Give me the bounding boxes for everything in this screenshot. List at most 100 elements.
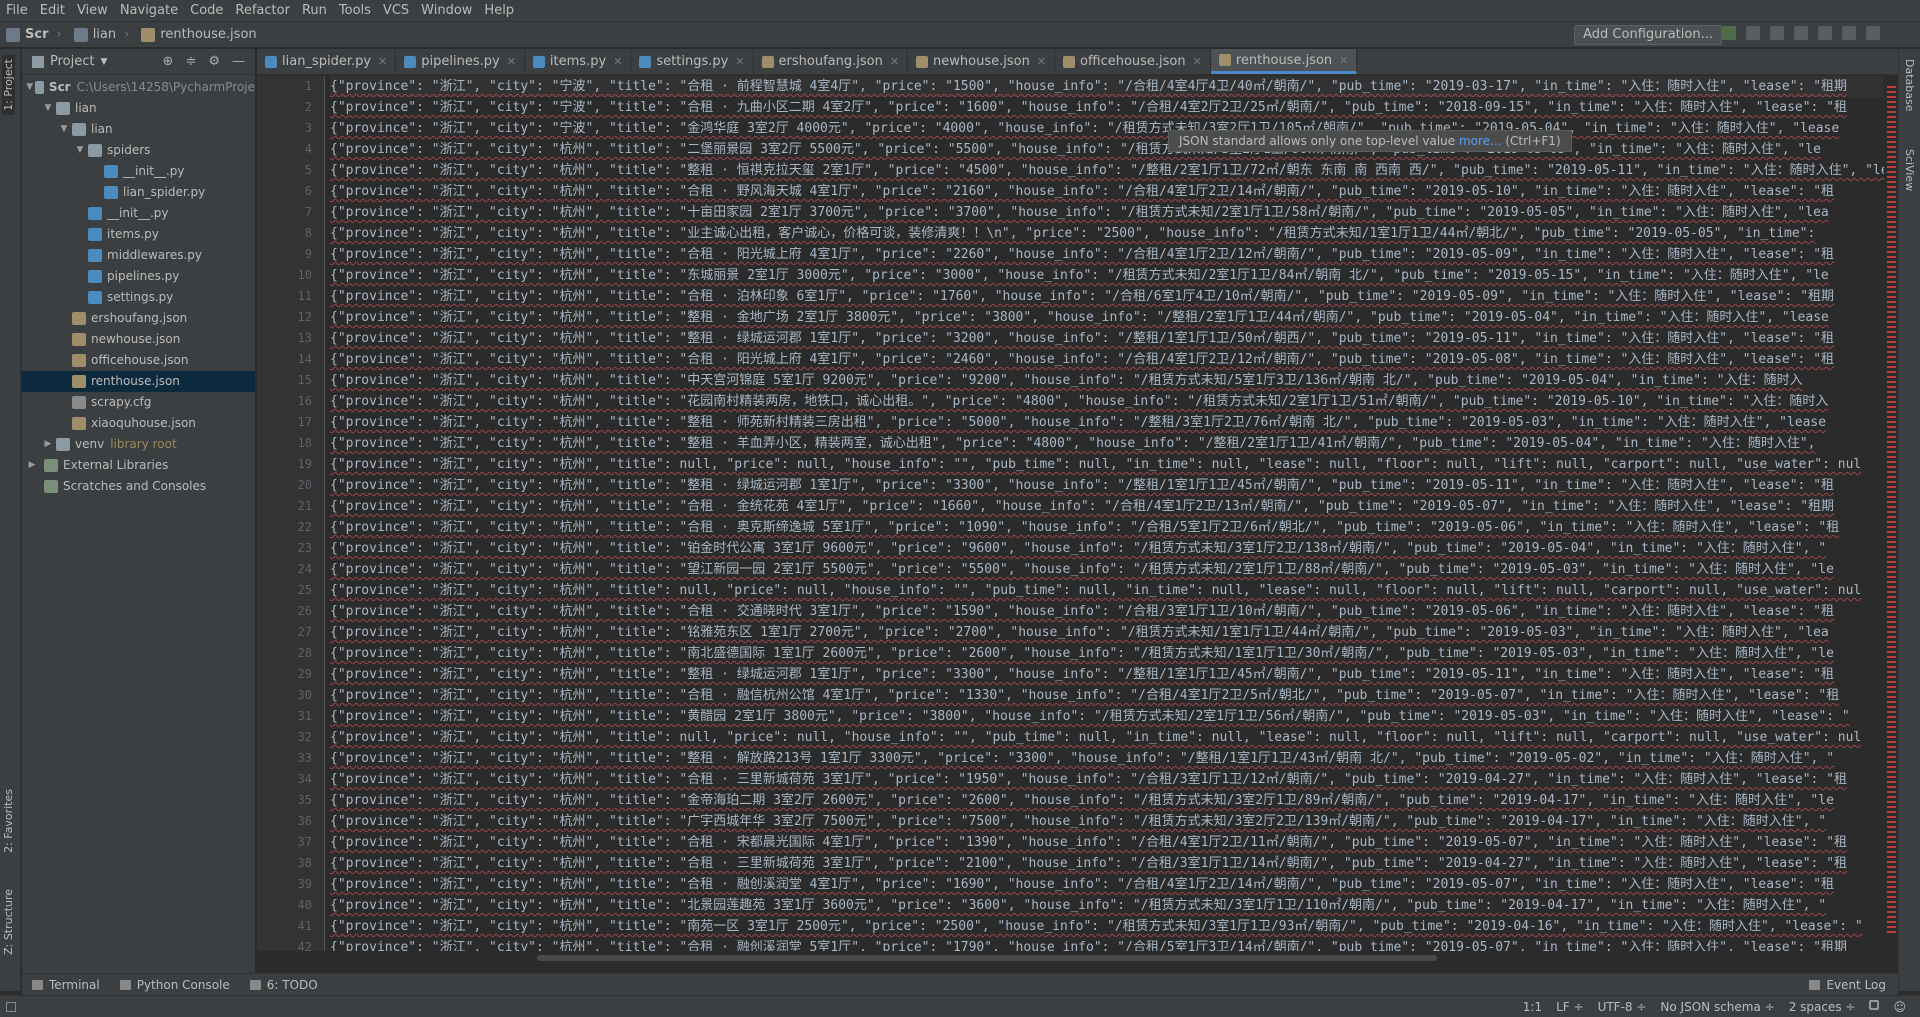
tree-item[interactable]: ▶ External Libraries — [22, 455, 255, 476]
error-mark[interactable] — [1887, 566, 1896, 568]
code-editor[interactable]: 1 2 3 4 5 6 7 8 9 10 11 12 13 14 15 16 17 18 19 20 21 22 23 24 2… — [257, 76, 1898, 951]
error-mark[interactable] — [1887, 876, 1896, 878]
error-mark[interactable] — [1887, 321, 1896, 323]
error-mark[interactable] — [1887, 451, 1896, 453]
error-mark[interactable] — [1887, 576, 1896, 578]
error-mark[interactable] — [1887, 131, 1896, 133]
error-mark[interactable] — [1887, 766, 1896, 768]
error-mark[interactable] — [1887, 846, 1896, 848]
close-icon[interactable]: ✕ — [378, 55, 387, 68]
error-mark[interactable] — [1887, 581, 1896, 583]
tree-item[interactable]: ershoufang.json — [22, 308, 255, 329]
error-mark[interactable] — [1887, 156, 1896, 158]
error-mark[interactable] — [1887, 181, 1896, 183]
editor-tab[interactable]: newhouse.json ✕ — [908, 49, 1056, 74]
error-mark[interactable] — [1887, 96, 1896, 98]
expand-arrow-icon[interactable]: ▼ — [74, 140, 86, 161]
error-mark[interactable] — [1887, 671, 1896, 673]
error-mark[interactable] — [1887, 781, 1896, 783]
error-mark[interactable] — [1887, 366, 1896, 368]
error-mark[interactable] — [1887, 271, 1896, 273]
error-mark[interactable] — [1887, 626, 1896, 628]
error-mark[interactable] — [1887, 656, 1896, 658]
tree-item[interactable]: settings.py — [22, 287, 255, 308]
tree-item[interactable]: __init__.py — [22, 161, 255, 182]
error-mark[interactable] — [1887, 456, 1896, 458]
error-mark[interactable] — [1887, 546, 1896, 548]
error-mark[interactable] — [1887, 786, 1896, 788]
error-mark[interactable] — [1887, 236, 1896, 238]
error-mark[interactable] — [1887, 481, 1896, 483]
tree-item[interactable]: officehouse.json — [22, 350, 255, 371]
error-mark[interactable] — [1887, 726, 1896, 728]
error-mark[interactable] — [1887, 731, 1896, 733]
expand-arrow-icon[interactable]: ▼ — [58, 119, 70, 140]
menu-run[interactable]: Run — [296, 0, 333, 22]
error-mark[interactable] — [1887, 661, 1896, 663]
favorites-tool-tab[interactable]: 2: Favorites — [2, 789, 15, 853]
error-mark[interactable] — [1887, 311, 1896, 313]
tree-item[interactable]: renthouse.json — [22, 371, 255, 392]
scrollbar-thumb[interactable] — [537, 955, 1437, 961]
horizontal-scrollbar[interactable] — [257, 951, 1898, 965]
error-mark[interactable] — [1887, 226, 1896, 228]
coverage-icon[interactable] — [1770, 26, 1784, 40]
editor-tab[interactable]: lian_spider.py ✕ — [257, 49, 397, 74]
error-mark[interactable] — [1887, 621, 1896, 623]
error-mark[interactable] — [1887, 326, 1896, 328]
editor-tab[interactable]: officehouse.json ✕ — [1055, 49, 1211, 74]
error-mark[interactable] — [1887, 286, 1896, 288]
menu-tools[interactable]: Tools — [333, 0, 377, 22]
error-mark[interactable] — [1887, 596, 1896, 598]
error-mark[interactable] — [1887, 101, 1896, 103]
locate-icon[interactable]: ⊕ — [163, 54, 174, 69]
close-icon[interactable]: ✕ — [613, 55, 622, 68]
error-mark[interactable] — [1887, 466, 1896, 468]
error-mark[interactable] — [1887, 306, 1896, 308]
error-mark[interactable] — [1887, 536, 1896, 538]
error-mark[interactable] — [1887, 341, 1896, 343]
error-mark[interactable] — [1887, 521, 1896, 523]
error-mark[interactable] — [1887, 841, 1896, 843]
close-icon[interactable]: ✕ — [507, 55, 516, 68]
tree-item[interactable]: ▼ lian — [22, 98, 255, 119]
error-mark[interactable] — [1887, 681, 1896, 683]
structure-tool-tab[interactable]: Z: Structure — [2, 889, 15, 955]
error-mark[interactable] — [1887, 701, 1896, 703]
error-mark[interactable] — [1887, 141, 1896, 143]
error-mark[interactable] — [1887, 116, 1896, 118]
error-mark[interactable] — [1887, 801, 1896, 803]
error-mark[interactable] — [1887, 806, 1896, 808]
tool-windows-toggle-icon[interactable] — [6, 1001, 16, 1012]
error-mark[interactable] — [1887, 261, 1896, 263]
error-mark[interactable] — [1887, 881, 1896, 883]
error-mark[interactable] — [1887, 256, 1896, 258]
menu-navigate[interactable]: Navigate — [114, 0, 184, 22]
error-mark[interactable] — [1887, 346, 1896, 348]
error-mark[interactable] — [1887, 91, 1896, 93]
event-log-button[interactable]: Event Log — [1799, 978, 1898, 992]
error-mark[interactable] — [1887, 331, 1896, 333]
error-mark[interactable] — [1887, 191, 1896, 193]
error-mark[interactable] — [1887, 916, 1896, 918]
error-mark[interactable] — [1887, 931, 1896, 933]
error-mark[interactable] — [1887, 571, 1896, 573]
error-mark[interactable] — [1887, 431, 1896, 433]
expand-arrow-icon[interactable]: ▶ — [26, 455, 38, 476]
error-mark[interactable] — [1887, 736, 1896, 738]
error-mark[interactable] — [1887, 186, 1896, 188]
error-mark[interactable] — [1887, 111, 1896, 113]
project-tool-tab[interactable]: 1: Project — [2, 55, 15, 115]
error-mark[interactable] — [1887, 606, 1896, 608]
search-everywhere-icon[interactable] — [1866, 26, 1880, 40]
todo-button[interactable]: 6: TODO — [240, 978, 328, 992]
error-mark[interactable] — [1887, 826, 1896, 828]
profile-icon[interactable] — [1794, 26, 1808, 40]
error-mark[interactable] — [1887, 796, 1896, 798]
debug-icon[interactable] — [1746, 26, 1760, 40]
menu-help[interactable]: Help — [478, 0, 520, 22]
error-mark[interactable] — [1887, 136, 1896, 138]
error-mark[interactable] — [1887, 501, 1896, 503]
error-mark[interactable] — [1887, 406, 1896, 408]
error-mark[interactable] — [1887, 491, 1896, 493]
